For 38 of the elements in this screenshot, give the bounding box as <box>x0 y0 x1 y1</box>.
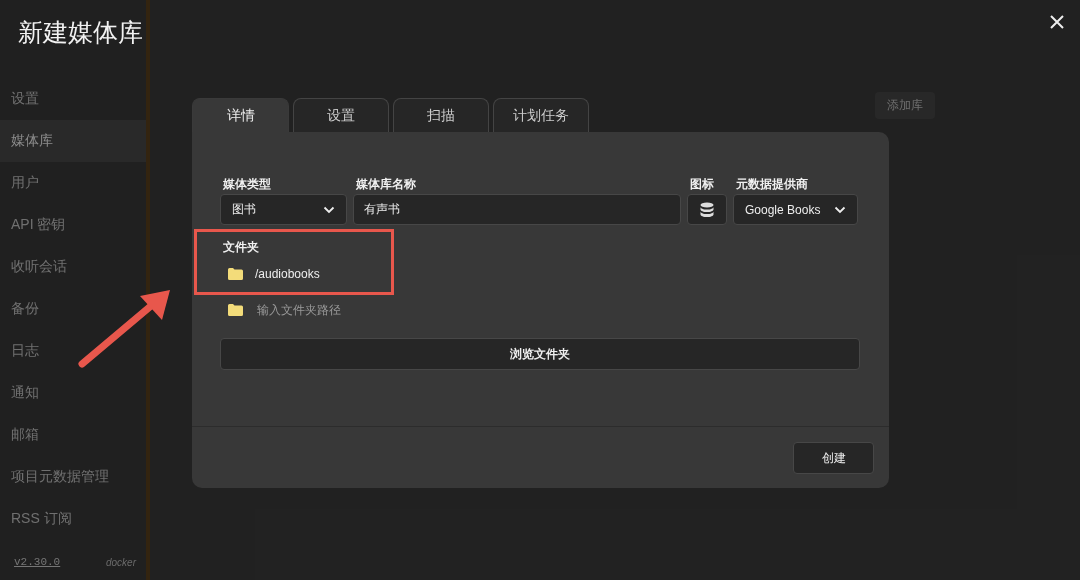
tab[interactable]: 设置 <box>293 98 389 132</box>
folder-icon <box>228 304 243 316</box>
field-label: 媒体库名称 <box>355 176 417 193</box>
build-label: docker <box>106 556 136 568</box>
icon-picker-button[interactable] <box>687 194 727 225</box>
field-label: 图标 <box>689 176 715 193</box>
folder-icon <box>228 268 243 280</box>
add-library-button[interactable]: 添加库 <box>875 92 935 119</box>
sidebar-item[interactable]: 项目元数据管理 <box>0 456 146 498</box>
sidebar-item[interactable]: 设置 <box>0 78 146 120</box>
metadata-provider-select[interactable]: Google Books <box>733 194 858 225</box>
tab[interactable]: 扫描 <box>393 98 489 132</box>
sidebar-item[interactable]: 用户 <box>0 162 146 204</box>
version-link[interactable]: v2.30.0 <box>14 556 61 568</box>
create-button[interactable]: 创建 <box>793 442 874 474</box>
media-type-select[interactable]: 图书 <box>220 194 347 225</box>
chevron-down-icon <box>834 205 846 214</box>
tab[interactable]: 详情 <box>192 98 289 132</box>
folder-path-input[interactable]: 输入文件夹路径 <box>255 302 555 318</box>
close-button[interactable] <box>1048 13 1066 31</box>
chevron-down-icon <box>323 205 335 214</box>
dialog-title: 新建媒体库 <box>18 17 143 48</box>
field-label: 媒体类型 <box>222 176 272 193</box>
sidebar-item[interactable]: RSS 订阅 <box>0 498 146 540</box>
tab[interactable]: 计划任务 <box>493 98 589 132</box>
browse-folder-button[interactable]: 浏览文件夹 <box>220 338 860 370</box>
sidebar-item[interactable]: API 密钥 <box>0 204 146 246</box>
sidebar-item[interactable]: 邮箱 <box>0 414 146 456</box>
folder-path: /audiobooks <box>255 267 320 281</box>
database-icon <box>700 201 714 218</box>
folders-label: 文件夹 <box>223 239 260 256</box>
library-name-input[interactable]: 有声书 <box>353 194 681 225</box>
sidebar-item[interactable]: 通知 <box>0 372 146 414</box>
sidebar-item[interactable]: 收听会话 <box>0 246 146 288</box>
sidebar-item[interactable]: 媒体库 <box>0 120 146 162</box>
close-icon <box>1050 15 1064 29</box>
sidebar-item[interactable]: 日志 <box>0 330 146 372</box>
field-label: 元数据提供商 <box>735 176 809 193</box>
